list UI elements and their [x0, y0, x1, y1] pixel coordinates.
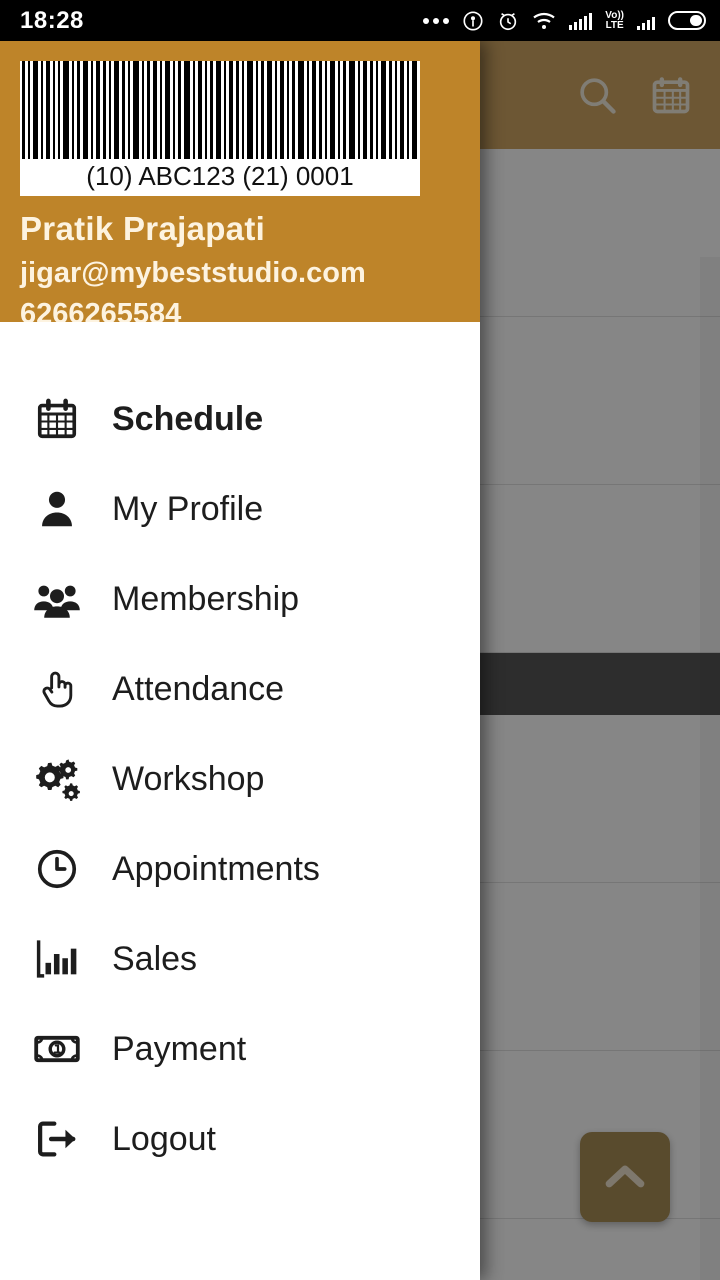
banknote-icon: [24, 1025, 90, 1073]
gears-icon: [24, 755, 90, 803]
sidebar-item-label: Attendance: [112, 669, 285, 708]
signal-2-icon: [637, 12, 655, 30]
sidebar-item-appointments[interactable]: Appointments: [0, 824, 480, 914]
phone-screen: 18:28 Vo)) LTE (10) ABC123 (21) 0001 Pra…: [0, 0, 720, 1280]
barcode-text: (10) ABC123 (21) 0001: [86, 161, 354, 191]
hand-pointer-icon: [24, 666, 90, 712]
sidebar-item-label: Appointments: [112, 849, 320, 888]
drawer-header: (10) ABC123 (21) 0001 Pratik Prajapati j…: [0, 41, 480, 330]
barcode: (10) ABC123 (21) 0001: [20, 61, 420, 196]
signal-icon: [569, 12, 593, 30]
sidebar-item-label: Logout: [112, 1119, 216, 1158]
people-icon: [24, 575, 90, 623]
sidebar-item-payment[interactable]: Payment: [0, 1004, 480, 1094]
sidebar-item-label: Workshop: [112, 759, 265, 798]
status-bar: 18:28 Vo)) LTE: [0, 0, 720, 41]
sidebar-item-schedule[interactable]: Schedule: [0, 374, 480, 464]
cast-icon: [462, 10, 484, 32]
volte-icon: Vo)) LTE: [605, 9, 624, 31]
status-time: 18:28: [20, 6, 84, 34]
sidebar-item-label: Sales: [112, 939, 198, 978]
logout-icon: [24, 1116, 90, 1162]
sidebar-item-my-profile[interactable]: My Profile: [0, 464, 480, 554]
bar-chart-icon: [24, 936, 90, 982]
battery-icon: [668, 11, 706, 30]
wifi-icon: [532, 11, 556, 31]
sidebar-item-workshop[interactable]: Workshop: [0, 734, 480, 824]
sidebar-item-label: Payment: [112, 1029, 247, 1068]
more-dots-icon: [423, 17, 450, 24]
clock-icon: [24, 846, 90, 892]
sidebar-item-logout[interactable]: Logout: [0, 1094, 480, 1184]
drawer-menu: Schedule My Profile Membership Attendanc…: [0, 322, 480, 1280]
barcode-image: [20, 61, 420, 159]
calendar-icon: [24, 396, 90, 442]
user-email: jigar@mybeststudio.com: [20, 257, 366, 289]
sidebar-item-label: My Profile: [112, 489, 264, 528]
sidebar-item-label: Schedule: [112, 399, 264, 438]
sidebar-item-sales[interactable]: Sales: [0, 914, 480, 1004]
user-name: Pratik Prajapati: [20, 210, 266, 247]
status-icons: Vo)) LTE: [423, 10, 706, 32]
sidebar-item-membership[interactable]: Membership: [0, 554, 480, 644]
alarm-icon: [497, 10, 519, 32]
person-icon: [24, 486, 90, 532]
sidebar-item-label: Membership: [112, 579, 300, 618]
navigation-drawer: (10) ABC123 (21) 0001 Pratik Prajapati j…: [0, 41, 480, 1280]
sidebar-item-attendance[interactable]: Attendance: [0, 644, 480, 734]
